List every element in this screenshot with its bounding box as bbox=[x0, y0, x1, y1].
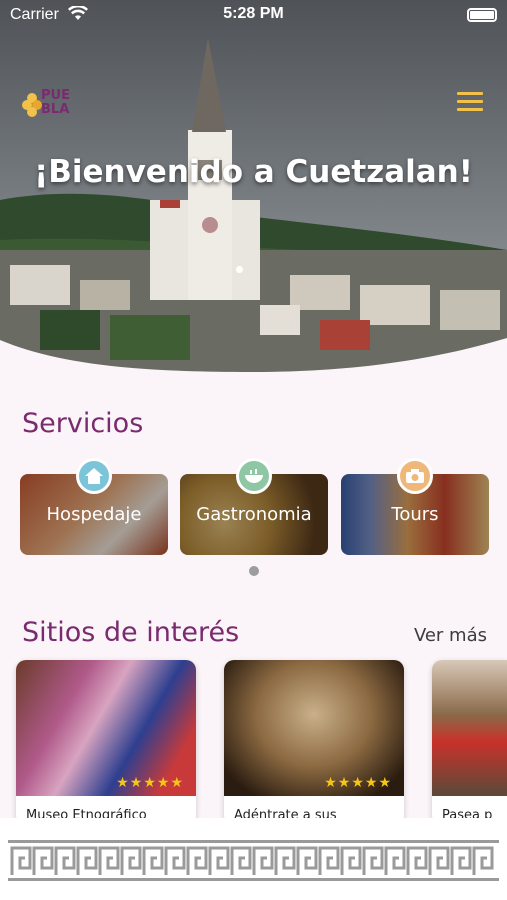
hamburger-menu-icon[interactable] bbox=[457, 92, 483, 112]
status-bar: Carrier 5:28 PM bbox=[0, 0, 507, 30]
camera-icon bbox=[397, 458, 433, 494]
site-image bbox=[432, 660, 507, 796]
greek-key-footer bbox=[0, 818, 507, 900]
service-label: Gastronomia bbox=[196, 504, 312, 525]
site-card-paseo[interactable]: Pasea p bbox=[432, 660, 507, 825]
puebla-logo: PUE BLA bbox=[22, 88, 78, 122]
sites-heading: Sitios de interés bbox=[22, 617, 240, 648]
site-card-museo[interactable]: ★★★★★ Museo Etnográfico bbox=[16, 660, 196, 825]
hero-banner: PUE BLA ¡Bienvenido a Cuetzalan! bbox=[0, 0, 507, 375]
battery-icon bbox=[467, 8, 497, 22]
rating-stars: ★★★★★ bbox=[324, 775, 392, 791]
carousel-indicator bbox=[236, 266, 243, 273]
greek-key-pattern bbox=[8, 840, 499, 881]
service-label: Tours bbox=[391, 504, 439, 525]
site-card-cueva[interactable]: ★★★★★ Adéntrate a sus bbox=[224, 660, 404, 825]
bowl-icon bbox=[236, 458, 272, 494]
rating-stars: ★★★★★ bbox=[116, 775, 184, 791]
logo-text: PUE BLA bbox=[41, 88, 70, 117]
see-more-link[interactable]: Ver más bbox=[414, 625, 487, 646]
services-heading: Servicios bbox=[22, 408, 144, 439]
flower-logo-icon bbox=[22, 93, 42, 117]
welcome-title: ¡Bienvenido a Cuetzalan! bbox=[34, 154, 473, 190]
services-pager-dot[interactable] bbox=[249, 566, 259, 576]
service-label: Hospedaje bbox=[46, 504, 142, 525]
clock: 5:28 PM bbox=[223, 5, 284, 22]
house-icon bbox=[76, 458, 112, 494]
